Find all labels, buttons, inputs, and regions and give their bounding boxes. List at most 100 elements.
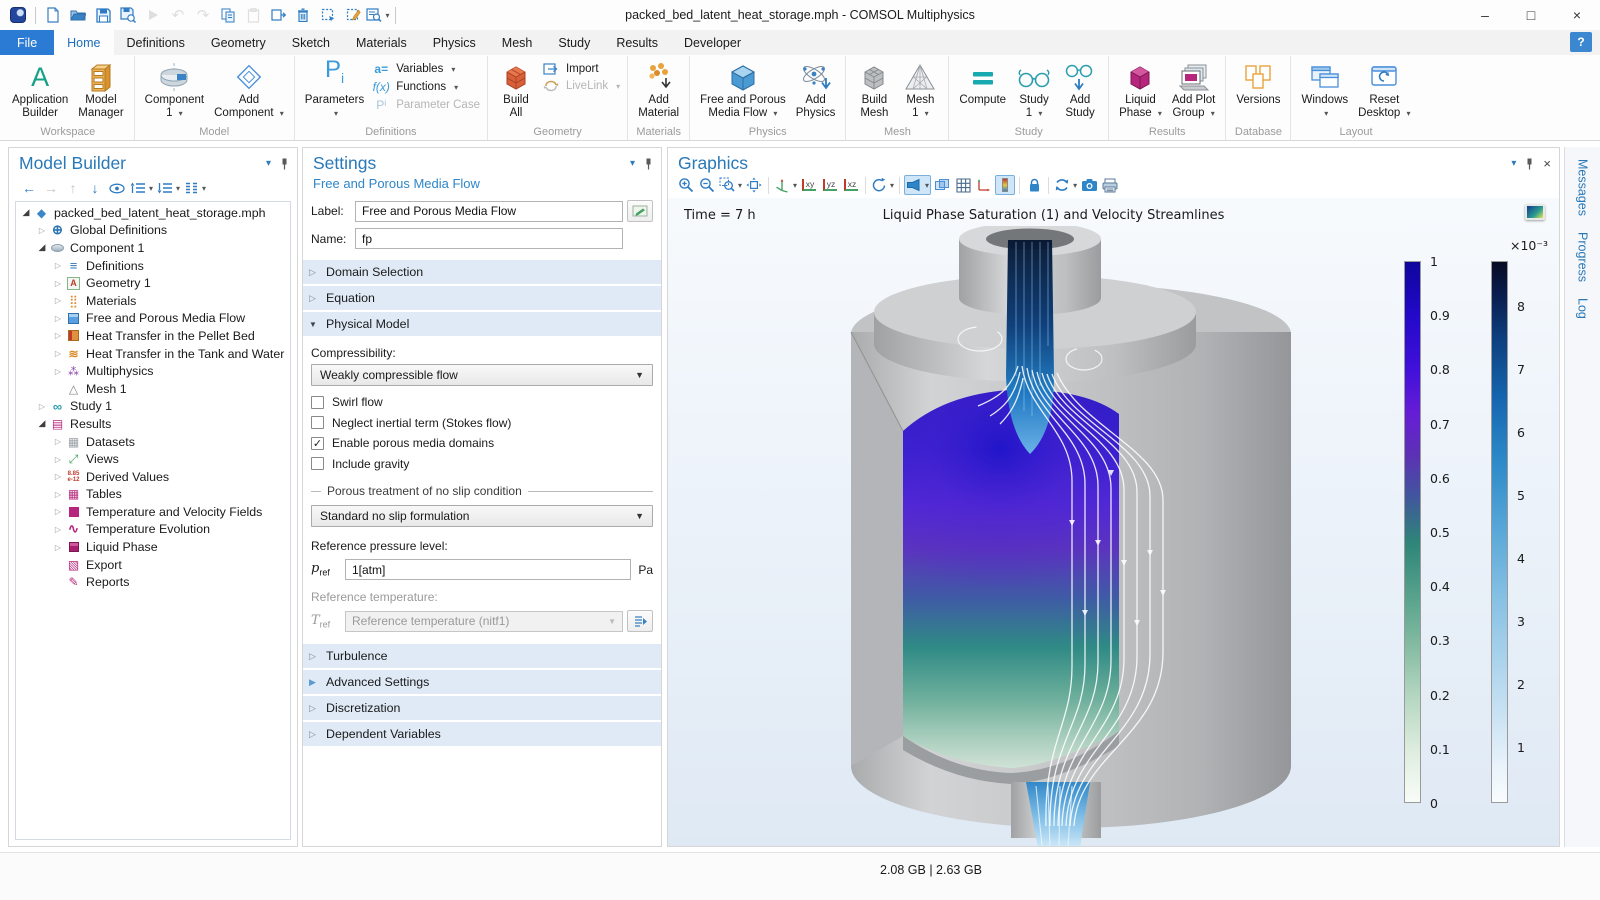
panel-menu-icon[interactable]: ▾ <box>266 158 271 169</box>
tree-item-heat-transfer-in-the-pellet-bed[interactable]: ▷Heat Transfer in the Pellet Bed <box>16 327 290 345</box>
clear-selection-icon[interactable] <box>341 3 365 27</box>
expand-arrow-icon[interactable]: ▷ <box>51 525 65 534</box>
tab-developer[interactable]: Developer <box>671 30 754 55</box>
functions-button[interactable]: f(x)Functions▾ <box>371 80 480 94</box>
expand-arrow-icon[interactable]: ▷ <box>51 314 65 323</box>
tree-item-derived-values[interactable]: ▷8.85e-12Derived Values <box>16 468 290 486</box>
checkbox-icon[interactable] <box>311 416 324 429</box>
tab-file[interactable]: File <box>0 30 54 55</box>
tree-item-liquid-phase[interactable]: ▷Liquid Phase <box>16 538 290 556</box>
save-icon[interactable] <box>91 3 115 27</box>
windows-button[interactable]: Windows▾ <box>1296 56 1353 120</box>
print-icon[interactable] <box>1100 175 1120 195</box>
add-physics-button[interactable]: AddPhysics <box>791 56 841 120</box>
expand-all-icon[interactable]: ▾ <box>129 178 154 198</box>
section-domain-selection[interactable]: ▷ Domain Selection <box>303 260 661 284</box>
comsol-logo[interactable] <box>6 3 30 27</box>
rename-button[interactable] <box>627 200 653 222</box>
update-plot-icon[interactable]: ▾ <box>1053 175 1078 195</box>
view-xz-icon[interactable]: xz <box>841 175 861 195</box>
new-file-icon[interactable] <box>41 3 65 27</box>
collapse-arrow-icon[interactable]: ◢ <box>19 207 33 218</box>
rotate-view-icon[interactable]: ▾ <box>870 175 895 195</box>
side-tab-log[interactable]: Log <box>1576 298 1590 319</box>
tree-item-mesh-1[interactable]: △Mesh 1 <box>16 380 290 398</box>
tab-materials[interactable]: Materials <box>343 30 420 55</box>
save-as-icon[interactable] <box>116 3 140 27</box>
tree-item-export[interactable]: ▧Export <box>16 556 290 574</box>
component-1-button[interactable]: Component1 ▾ <box>140 56 209 120</box>
expand-arrow-icon[interactable]: ▷ <box>51 472 65 481</box>
add-study-button[interactable]: AddStudy <box>1057 56 1103 120</box>
build-all-button[interactable]: BuildAll <box>493 56 539 120</box>
paste-icon[interactable] <box>241 3 265 27</box>
collapse-arrow-icon[interactable]: ◢ <box>35 242 49 253</box>
view-axes-icon[interactable] <box>974 175 994 195</box>
image-snapshot-icon[interactable] <box>1079 175 1099 195</box>
section-dependent-variables[interactable]: ▷ Dependent Variables <box>303 722 661 746</box>
panel-menu-icon[interactable]: ▾ <box>630 158 635 169</box>
zoom-in-icon[interactable] <box>676 175 696 195</box>
tree-item-temperature-and-velocity-fields[interactable]: ▷Temperature and Velocity Fields <box>16 503 290 521</box>
checkbox-neglect-inertial-term-stokes-flow-[interactable]: Neglect inertial term (Stokes flow) <box>311 413 653 434</box>
help-button[interactable]: ? <box>1570 32 1592 52</box>
expand-arrow-icon[interactable]: ▷ <box>51 349 65 358</box>
tab-study[interactable]: Study <box>545 30 603 55</box>
open-file-icon[interactable] <box>66 3 90 27</box>
label-field[interactable] <box>355 201 623 222</box>
redo-icon[interactable]: ↷ <box>191 3 215 27</box>
select-box-icon[interactable] <box>316 3 340 27</box>
checkbox-icon[interactable] <box>311 457 324 470</box>
section-discretization[interactable]: ▷ Discretization <box>303 696 661 720</box>
parameters-button[interactable]: PiParameters▾ <box>300 56 369 120</box>
model-manager-button[interactable]: ModelManager <box>73 56 128 120</box>
tree-item-geometry-1[interactable]: ▷AGeometry 1 <box>16 274 290 292</box>
expand-arrow-icon[interactable]: ▷ <box>51 261 65 270</box>
checkbox-include-gravity[interactable]: Include gravity <box>311 454 653 475</box>
go-to-source-button[interactable] <box>627 610 653 632</box>
delete-icon[interactable] <box>291 3 315 27</box>
tree-item-study-1[interactable]: ▷∞Study 1 <box>16 398 290 416</box>
model-tree-view-icon[interactable]: ▾ <box>183 178 207 198</box>
ref-pressure-field[interactable] <box>345 559 631 580</box>
livelink-button[interactable]: LiveLink▾ <box>541 80 620 92</box>
tree-item-multiphysics[interactable]: ▷⁂Multiphysics <box>16 362 290 380</box>
transparency-icon[interactable] <box>932 175 952 195</box>
pin-icon[interactable] <box>644 158 653 170</box>
scene-light-icon[interactable]: ▾ <box>904 175 931 195</box>
expand-arrow-icon[interactable]: ▷ <box>51 455 65 464</box>
expand-arrow-icon[interactable]: ▷ <box>51 507 65 516</box>
tree-item-datasets[interactable]: ▷▦Datasets <box>16 433 290 451</box>
compressibility-dropdown[interactable]: Weakly compressible flow ▼ <box>311 364 653 386</box>
collapse-arrow-icon[interactable]: ◢ <box>35 418 49 429</box>
tab-mesh[interactable]: Mesh <box>489 30 546 55</box>
tab-results[interactable]: Results <box>603 30 671 55</box>
back-icon[interactable]: ← <box>19 178 39 198</box>
color-legend-icon[interactable] <box>995 175 1015 195</box>
variables-button[interactable]: a=Variables▾ <box>371 62 480 76</box>
tree-item-definitions[interactable]: ▷≡Definitions <box>16 257 290 275</box>
add-component-button[interactable]: AddComponent ▾ <box>209 56 289 120</box>
tab-definitions[interactable]: Definitions <box>114 30 198 55</box>
collapse-all-icon[interactable]: ▾ <box>156 178 181 198</box>
tree-item-materials[interactable]: ▷⣿Materials <box>16 292 290 310</box>
versions-button[interactable]: Versions <box>1231 56 1285 120</box>
lock-icon[interactable] <box>1024 175 1044 195</box>
move-down-icon[interactable]: ↓ <box>85 178 105 198</box>
tab-geometry[interactable]: Geometry <box>198 30 279 55</box>
copy-icon[interactable] <box>216 3 240 27</box>
view-yz-icon[interactable]: yz <box>820 175 840 195</box>
tree-item-heat-transfer-in-the-tank-and-water[interactable]: ▷≋Heat Transfer in the Tank and Water <box>16 345 290 363</box>
panel-menu-icon[interactable]: ▾ <box>1511 158 1516 169</box>
minimize-button[interactable]: – <box>1462 0 1508 30</box>
study-1-button[interactable]: Study1 ▾ <box>1011 56 1057 120</box>
mesh-1-button[interactable]: Mesh1 ▾ <box>897 56 943 120</box>
tree-item-component-1[interactable]: ◢Component 1 <box>16 239 290 257</box>
zoom-extents-icon[interactable] <box>744 175 764 195</box>
liquid-phase-button[interactable]: LiquidPhase ▾ <box>1114 56 1167 120</box>
name-field[interactable] <box>355 228 623 249</box>
section-turbulence[interactable]: ▷ Turbulence <box>303 644 661 668</box>
tree-item-free-and-porous-media-flow[interactable]: ▷Free and Porous Media Flow <box>16 310 290 328</box>
undo-icon[interactable]: ↶ <box>166 3 190 27</box>
tab-home[interactable]: Home <box>54 30 113 55</box>
